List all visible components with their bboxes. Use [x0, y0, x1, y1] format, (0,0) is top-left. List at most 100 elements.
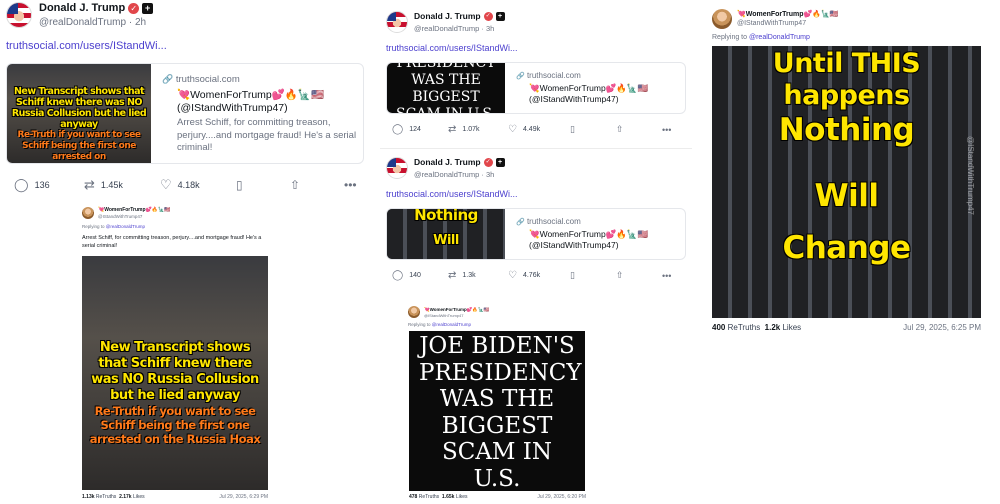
avatar[interactable] [6, 2, 32, 28]
avatar[interactable] [386, 11, 408, 33]
thumbnail-text: PRESIDENCY WAS THE BIGGEST SCAM IN U.S. [396, 63, 496, 113]
bookmark-icon: ▯ [236, 178, 243, 192]
bookmark-button[interactable]: ▯ [570, 124, 616, 135]
post-card-2: Donald J. Trump ✓ + @realDonaldTrump · 3h … [380, 0, 692, 146]
share-icon: ⇧ [616, 124, 624, 134]
thumbnail-subline: Re-Truth if you want to see Schiff being… [17, 130, 141, 162]
link-preview-card[interactable]: New Transcript shows that Schiff knew th… [6, 63, 364, 164]
meme-line-4: Change [782, 230, 911, 266]
verified-icon: ✓ [483, 12, 493, 22]
link-domain: 🔗 truthsocial.com [516, 217, 581, 226]
avatar[interactable] [712, 9, 732, 29]
thumbnail-headline: New Transcript shows that Schiff knew th… [11, 86, 147, 130]
author-name[interactable]: Donald J. Trump ✓ + [39, 2, 154, 14]
post-card-3: Donald J. Trump ✓ + @realDonaldTrump · 3h … [380, 150, 692, 290]
reply-to-link[interactable]: @realDonaldTrump [432, 322, 471, 327]
link-title: 💘WomenForTrump💕🔥🗽🇺🇸 (@IStandWithTrump47) [529, 83, 649, 104]
more-button[interactable]: ••• [344, 178, 357, 192]
bookmark-icon: ▯ [570, 124, 575, 134]
verified-icon: ✓ [483, 158, 493, 168]
follow-icon[interactable]: + [495, 158, 505, 168]
post-image[interactable]: New Transcript shows that Schiff knew th… [82, 256, 268, 490]
reply-button[interactable]: ◯ 124 [392, 124, 448, 135]
author-handle: @IStandWithTrump47 [98, 214, 143, 219]
more-button[interactable]: ••• [662, 125, 671, 135]
like-icon: ♡ [508, 270, 517, 281]
post-date: Jul 29, 2025, 6:25 PM [903, 323, 981, 332]
more-button[interactable]: ••• [662, 271, 671, 281]
reply-context: Replying to @realDonaldTrump [82, 224, 145, 229]
share-button[interactable]: ⇧ [616, 270, 662, 281]
post-stats: 478 ReTruths 1.65k Likes [409, 494, 468, 500]
link-title: 💘WomenForTrump💕🔥🗽🇺🇸 (@IStandWithTrump47) [529, 229, 649, 250]
action-bar: ◯ 136 ⇄ 1.45k ♡ 4.18k ▯ ⇧ ••• [14, 177, 360, 193]
like-button[interactable]: ♡ 4.76k [508, 270, 570, 281]
retruth-button[interactable]: ⇄ 1.45k [84, 177, 160, 193]
reply-button[interactable]: ◯ 140 [392, 270, 448, 281]
like-button[interactable]: ♡ 4.49k [508, 124, 570, 135]
link-title: 💘WomenForTrump💕🔥🗽🇺🇸 (@IStandWithTrump47) [177, 89, 325, 114]
bookmark-button[interactable]: ▯ [570, 270, 616, 281]
retruth-icon: ⇄ [448, 270, 457, 281]
verified-icon: ✓ [128, 2, 140, 14]
meme-text: JOE BIDEN'S PRESIDENCY WAS THE BIGGEST S… [419, 333, 582, 491]
share-icon: ⇧ [616, 270, 624, 280]
link-icon: 🔗 [516, 73, 525, 80]
post-date: Jul 29, 2025, 6:20 PM [537, 494, 586, 500]
author-handle: @IStandWithTrump47 [424, 313, 464, 318]
post-link[interactable]: truthsocial.com/users/IStandWi... [386, 189, 518, 199]
post-image[interactable]: Until THIS happens Nothing Will Change @… [712, 46, 981, 318]
post-link[interactable]: truthsocial.com/users/IStandWi... [6, 40, 167, 52]
reply-to-link[interactable]: @realDonaldTrump [106, 224, 145, 229]
avatar[interactable] [82, 207, 94, 219]
share-button[interactable]: ⇧ [290, 178, 344, 192]
link-thumbnail: New Transcript shows that Schiff knew th… [7, 64, 151, 163]
reply-icon: ◯ [14, 177, 29, 192]
share-icon: ⇧ [290, 178, 301, 192]
avatar[interactable] [386, 157, 408, 179]
more-icon: ••• [662, 270, 672, 281]
share-button[interactable]: ⇧ [616, 124, 662, 135]
action-bar: ◯ 124 ⇄ 1.07k ♡ 4.49k ▯ ⇧ ••• [392, 124, 682, 135]
post-text: Arrest Schiff, for committing treason, p… [82, 235, 262, 249]
post-stats: 1.13k ReTruths 2.17k Likes [82, 494, 145, 500]
embedded-post-2: 💘WomenForTrump💕🔥🗽🇺🇸 @IStandWithTrump47 R… [404, 302, 590, 504]
post-stats: 400 ReTruths 1.2k Likes [712, 323, 802, 332]
author-name[interactable]: 💘WomenForTrump💕🔥🗽🇺🇸 [737, 10, 838, 18]
post-link[interactable]: truthsocial.com/users/IStandWi... [386, 43, 518, 53]
post-date: Jul 29, 2025, 6:29 PM [219, 494, 268, 500]
post-card-1: Donald J. Trump ✓ + @realDonaldTrump · 2h … [0, 0, 368, 200]
follow-icon[interactable]: + [495, 12, 505, 22]
retruth-button[interactable]: ⇄ 1.3k [448, 270, 508, 281]
meme-line-2: Nothing [778, 112, 915, 148]
thumbnail-text-1: Nothing [414, 209, 478, 224]
like-button[interactable]: ♡ 4.18k [160, 177, 236, 193]
link-icon: 🔗 [162, 74, 174, 84]
author-handle: @IStandWithTrump47 [737, 20, 807, 27]
reply-icon: ◯ [392, 124, 404, 135]
retruth-button[interactable]: ⇄ 1.07k [448, 124, 508, 135]
action-bar: ◯ 140 ⇄ 1.3k ♡ 4.76k ▯ ⇧ ••• [392, 270, 682, 281]
reply-to-link[interactable]: @realDonaldTrump [749, 34, 810, 41]
thumbnail-text-2: Will [433, 233, 459, 248]
divider [380, 148, 692, 149]
reply-button[interactable]: ◯ 136 [14, 177, 84, 193]
post-image[interactable]: JOE BIDEN'S PRESIDENCY WAS THE BIGGEST S… [409, 331, 585, 491]
reply-context: Replying to @realDonaldTrump [712, 34, 810, 41]
retruth-icon: ⇄ [84, 177, 95, 192]
author-handle: @realDonaldTrump · 3h [414, 24, 495, 33]
author-name[interactable]: 💘WomenForTrump💕🔥🗽🇺🇸 [98, 207, 170, 213]
author-name[interactable]: Donald J. Trump ✓ + [414, 157, 505, 168]
author-name[interactable]: Donald J. Trump ✓ + [414, 11, 505, 22]
bookmark-icon: ▯ [570, 270, 575, 280]
link-thumbnail: Nothing Will [387, 209, 505, 259]
follow-icon[interactable]: + [142, 2, 154, 14]
author-handle: @realDonaldTrump · 2h [39, 17, 147, 28]
bookmark-button[interactable]: ▯ [236, 178, 290, 192]
link-preview-card[interactable]: PRESIDENCY WAS THE BIGGEST SCAM IN U.S. … [386, 62, 686, 114]
link-description: Arrest Schiff, for committing treason, p… [177, 117, 357, 153]
avatar[interactable] [408, 306, 420, 318]
link-preview-card[interactable]: Nothing Will 🔗 truthsocial.com 💘WomenFor… [386, 208, 686, 260]
like-icon: ♡ [508, 124, 517, 135]
author-handle: @realDonaldTrump · 3h [414, 170, 495, 179]
